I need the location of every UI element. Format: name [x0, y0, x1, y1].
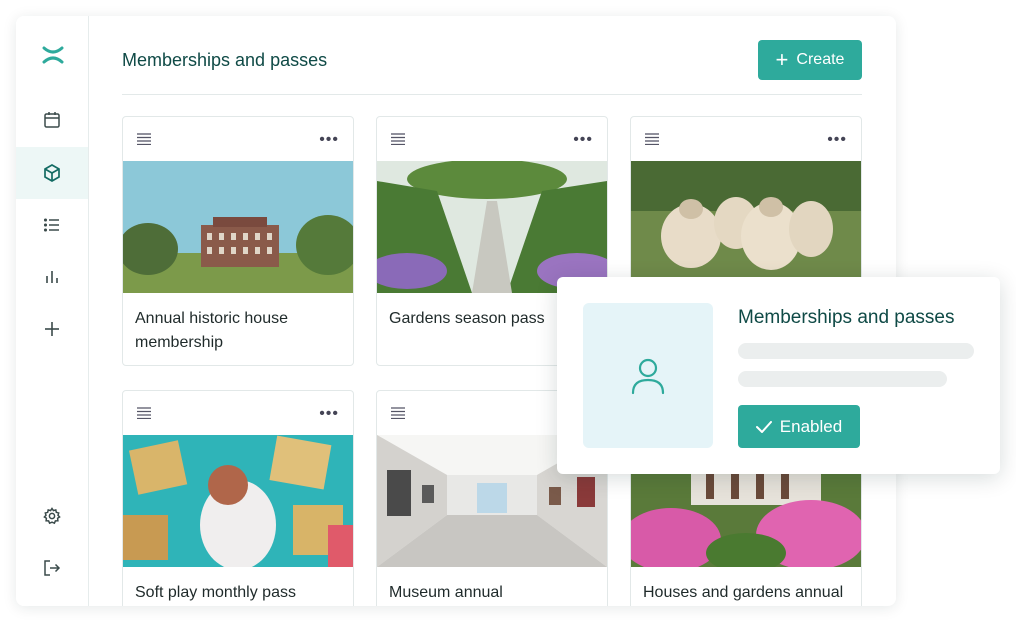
sidebar [16, 16, 89, 606]
sidebar-item-reports[interactable] [16, 251, 88, 303]
skeleton-line [738, 343, 974, 359]
drag-handle-icon[interactable] [391, 407, 405, 419]
drag-handle-icon[interactable] [391, 133, 405, 145]
drag-handle-icon[interactable] [137, 133, 151, 145]
gardens-photo [377, 161, 607, 293]
package-icon [44, 164, 60, 182]
list-icon [43, 218, 59, 232]
user-icon [631, 358, 665, 394]
card-title: Soft play monthly pass [135, 584, 296, 601]
more-options-icon[interactable]: ••• [573, 131, 593, 149]
card-title: Houses and gardens annual [643, 584, 844, 601]
calendar-icon [44, 112, 60, 128]
soft-play-photo [123, 435, 353, 567]
drag-handle-icon[interactable] [645, 133, 659, 145]
card-toolbar: ••• [123, 391, 353, 435]
more-options-icon[interactable]: ••• [827, 131, 847, 149]
product-card[interactable]: ••• Annual historic house membership [122, 116, 354, 366]
sidebar-item-calendar[interactable] [16, 94, 88, 146]
plus-icon [45, 322, 59, 336]
card-toolbar: ••• [631, 117, 861, 161]
sidebar-item-settings[interactable] [16, 490, 88, 542]
more-options-icon[interactable]: ••• [319, 131, 339, 149]
plus-icon: + [775, 47, 789, 72]
avatar [583, 303, 713, 448]
popup-title: Memberships and passes [738, 307, 955, 328]
sidebar-item-list[interactable] [16, 199, 88, 251]
card-toolbar: ••• [377, 117, 607, 161]
enabled-button-label: Enabled [779, 416, 843, 436]
card-title: Annual historic house membership [135, 310, 288, 351]
bar-chart-icon [46, 271, 58, 283]
product-card[interactable]: ••• Soft play monthly pass [122, 390, 354, 606]
sidebar-item-logout[interactable] [16, 542, 88, 594]
create-button-label: Create [796, 51, 845, 68]
logo-icon [42, 46, 64, 64]
status-popup: Memberships and passes Enabled [557, 277, 1000, 474]
sidebar-item-products[interactable] [16, 147, 88, 199]
drag-handle-icon[interactable] [137, 407, 151, 419]
card-title: Museum annual membership [389, 584, 503, 601]
card-toolbar: ••• [123, 117, 353, 161]
enabled-button[interactable]: Enabled [738, 405, 860, 448]
sheep-photo [631, 161, 861, 293]
gear-icon [43, 507, 61, 525]
header-divider [122, 94, 862, 95]
check-icon [755, 420, 772, 433]
skeleton-line [738, 371, 947, 387]
create-button[interactable]: + Create [758, 40, 862, 80]
page-title: Memberships and passes [122, 50, 328, 70]
historic-house-photo [123, 161, 353, 293]
sidebar-item-add[interactable] [16, 303, 88, 355]
logout-icon [44, 560, 61, 576]
more-options-icon[interactable]: ••• [319, 405, 339, 423]
